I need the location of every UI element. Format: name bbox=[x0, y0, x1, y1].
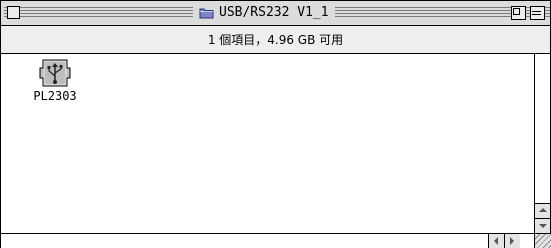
resize-grip-icon[interactable] bbox=[534, 233, 551, 248]
scroll-down-button[interactable] bbox=[535, 218, 550, 233]
arrow-left-icon bbox=[494, 237, 498, 245]
scroll-left-button[interactable] bbox=[488, 234, 504, 248]
item-count-free-space: 1 個項目，4.96 GB 可用 bbox=[207, 33, 344, 47]
arrow-right-icon bbox=[510, 237, 514, 245]
window-title-text: USB/RS232 V1_1 bbox=[219, 5, 329, 20]
info-header: 1 個項目，4.96 GB 可用 bbox=[1, 26, 550, 54]
folder-icon bbox=[199, 8, 214, 18]
file-item[interactable]: PL2303 bbox=[15, 54, 95, 103]
scroll-up-button[interactable] bbox=[535, 203, 550, 218]
window-content: PL2303 bbox=[1, 54, 534, 232]
horizontal-scrollbar[interactable] bbox=[1, 233, 534, 248]
arrow-up-icon bbox=[539, 208, 547, 212]
collapse-box-icon[interactable] bbox=[530, 6, 545, 20]
arrow-down-icon bbox=[539, 224, 547, 228]
usb-driver-icon[interactable] bbox=[37, 56, 73, 90]
scroll-right-button[interactable] bbox=[504, 234, 520, 248]
vertical-scrollbar[interactable] bbox=[534, 54, 550, 233]
zoom-box-icon[interactable] bbox=[511, 6, 526, 20]
title-bar[interactable]: USB/RS232 V1_1 bbox=[1, 1, 550, 26]
close-box-icon[interactable] bbox=[7, 6, 20, 19]
finder-window: USB/RS232 V1_1 1 個項目，4.96 GB 可用 PL2303 bbox=[0, 0, 551, 248]
window-title: USB/RS232 V1_1 bbox=[193, 3, 335, 22]
file-item-label: PL2303 bbox=[33, 89, 77, 103]
